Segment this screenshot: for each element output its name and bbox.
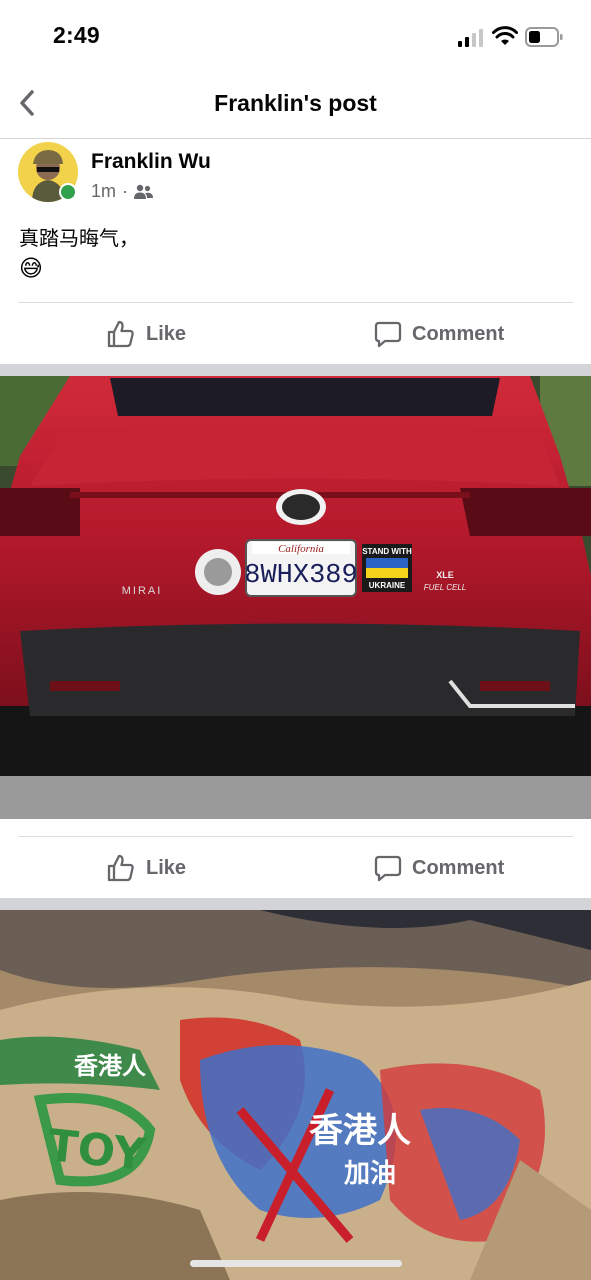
friends-icon xyxy=(134,184,154,199)
battery-icon xyxy=(525,27,563,47)
meta-separator: · xyxy=(122,181,129,201)
graffiti-text-2: TOY xyxy=(45,1120,149,1181)
plate-number: 8WHX389 xyxy=(244,561,357,591)
like-button[interactable]: Like xyxy=(106,303,186,365)
model-badge: MIRAI xyxy=(122,585,163,597)
post-text: 真踏马晦气， xyxy=(19,228,139,250)
post-actions: Like Comment xyxy=(0,303,591,365)
comment-icon xyxy=(374,321,402,348)
status-time: 2:49 xyxy=(53,22,100,48)
post-time: 1m xyxy=(91,181,117,201)
page-title: Franklin's post xyxy=(214,90,377,116)
status-bar: 2:49 xyxy=(0,0,591,70)
trim-badge-1: XLE xyxy=(436,570,454,580)
comment-button[interactable]: Comment xyxy=(374,303,504,365)
comment-label: Comment xyxy=(412,322,505,345)
sticker-line1: STAND WITH xyxy=(362,547,412,556)
photo-graffiti[interactable]: 香港人 TOY 香港人 加油 xyxy=(0,910,591,1280)
home-indicator[interactable] xyxy=(190,1260,402,1267)
comment-icon xyxy=(374,855,402,882)
photo-actions: Like Comment xyxy=(0,837,591,899)
trim-badge-2: FUEL CELL xyxy=(424,583,467,592)
section-separator xyxy=(0,364,591,376)
sticker-line2: UKRAINE xyxy=(369,581,406,590)
photo-like-button[interactable]: Like xyxy=(106,837,186,899)
photo-like-label: Like xyxy=(146,856,187,879)
car-photo-image: California 8WHX389 STAND WITH UKRAINE MI… xyxy=(0,376,591,819)
thumbs-up-icon xyxy=(107,320,134,348)
graffiti-text-4: 加油 xyxy=(344,1159,396,1189)
signal-bars-icon xyxy=(458,29,483,47)
wifi-icon xyxy=(492,26,518,45)
photo-comment-label: Comment xyxy=(412,856,505,879)
post-emoji: 😅 xyxy=(19,255,43,281)
graffiti-text-3: 香港人 xyxy=(309,1111,411,1151)
author-name[interactable]: Franklin Wu xyxy=(91,150,211,174)
nav-bar: Franklin's post xyxy=(0,70,591,139)
graffiti-photo-image: 香港人 TOY 香港人 加油 xyxy=(0,910,591,1280)
plate-state: California xyxy=(278,543,324,555)
photo-car[interactable]: California 8WHX389 STAND WITH UKRAINE MI… xyxy=(0,376,591,819)
post-meta: 1m · xyxy=(91,181,154,202)
photo-comment-button[interactable]: Comment xyxy=(374,837,504,899)
like-label: Like xyxy=(146,322,187,345)
thumbs-up-icon xyxy=(107,854,134,882)
section-separator xyxy=(0,898,591,910)
online-status-indicator xyxy=(59,183,77,201)
graffiti-text-1: 香港人 xyxy=(74,1052,146,1080)
